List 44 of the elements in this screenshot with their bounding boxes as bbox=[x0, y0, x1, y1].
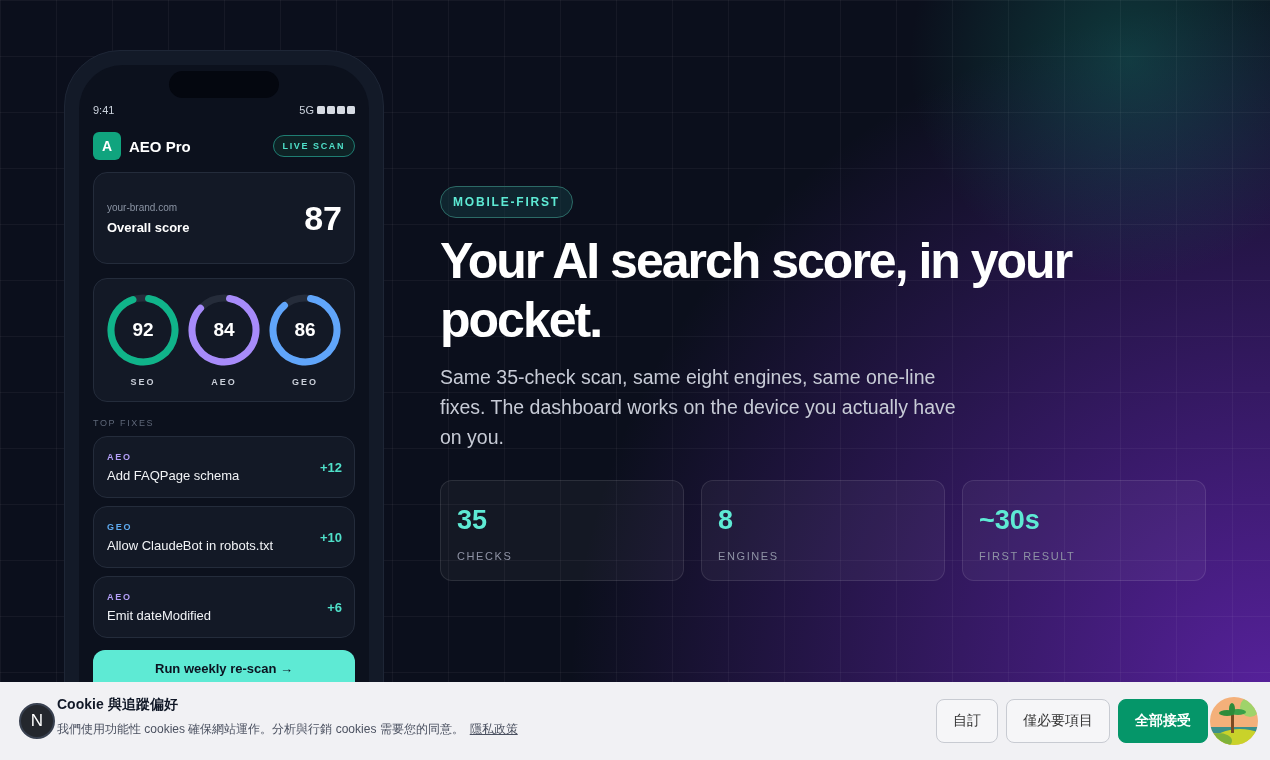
app-logo: A bbox=[93, 132, 121, 160]
stat-label: ENGINES bbox=[718, 550, 779, 562]
fix-card[interactable]: AEO Emit dateModified +6 bbox=[93, 576, 355, 638]
score-title: Overall score bbox=[107, 219, 190, 235]
overall-score: 87 bbox=[304, 198, 342, 238]
score-value: 92 bbox=[132, 319, 154, 341]
hero-title: Your AI search score, in your pocket. bbox=[440, 232, 1073, 350]
stat-value: 35 bbox=[457, 505, 488, 536]
live-badge: LIVE SCAN bbox=[272, 135, 355, 157]
score-value: 86 bbox=[294, 319, 316, 341]
score-value: 84 bbox=[213, 319, 235, 341]
cookie-message: 我們使用功能性 cookies 確保網站運作。分析與行銷 cookies 需要您的同意。 隱私政策 bbox=[57, 721, 519, 738]
fix-gain: +6 bbox=[327, 599, 342, 615]
fix-tag: GEO bbox=[107, 521, 274, 532]
stat-label: CHECKS bbox=[457, 550, 513, 562]
logo-badge: N bbox=[19, 703, 55, 739]
privacy-link[interactable]: 隱私政策 bbox=[469, 722, 518, 736]
signal-icon bbox=[317, 106, 355, 114]
network-label: 5G bbox=[299, 104, 314, 116]
fix-tag: AEO bbox=[107, 591, 212, 602]
fix-title: Allow ClaudeBot in robots.txt bbox=[107, 537, 274, 553]
score-label: GEO bbox=[292, 377, 318, 387]
stat-label: FIRST RESULT bbox=[979, 550, 1076, 562]
cookie-title: Cookie 與追蹤偏好 bbox=[57, 696, 179, 714]
domain-text: your-brand.com bbox=[107, 201, 179, 213]
score-label: AEO bbox=[211, 377, 237, 387]
stat-value: ~30s bbox=[979, 505, 1040, 536]
stat-value: 8 bbox=[718, 505, 734, 536]
fix-gain: +10 bbox=[319, 529, 342, 545]
fix-title: Emit dateModified bbox=[107, 607, 212, 623]
app-name: AEO Pro bbox=[129, 137, 192, 155]
fix-gain: +12 bbox=[319, 459, 342, 475]
section-heading: TOP FIXES bbox=[93, 418, 156, 428]
fix-title: Add FAQPage schema bbox=[107, 467, 240, 483]
hero-badge: MOBILE-FIRST bbox=[440, 186, 573, 218]
fix-card[interactable]: GEO Allow ClaudeBot in robots.txt +10 bbox=[93, 506, 355, 568]
cookie-button[interactable]: 僅必要項目 bbox=[1006, 699, 1110, 743]
cookie-button[interactable]: 全部接受 bbox=[1118, 699, 1208, 743]
status-time: 9:41 bbox=[93, 104, 115, 116]
score-label: SEO bbox=[130, 377, 156, 387]
fix-tag: AEO bbox=[107, 451, 240, 462]
hero-description: Same 35-check scan, same eight engines, same one-line fixes. The dashboard works on the device you actually have on you. bbox=[440, 365, 957, 450]
cookie-button[interactable]: 自訂 bbox=[936, 699, 998, 743]
fix-card[interactable]: AEO Add FAQPage schema +12 bbox=[93, 436, 355, 498]
